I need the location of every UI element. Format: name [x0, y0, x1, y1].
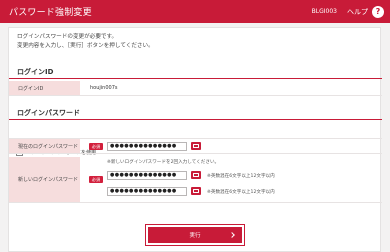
intro-text: ログインパスワードの変更が必要です。 変更内容を入力し、［実行］ボタンを押してく…: [17, 33, 154, 51]
help-link[interactable]: ヘルプ: [347, 7, 368, 17]
new-password-rule: ※英数混在6文字以上12文字以内: [207, 174, 275, 179]
execute-button[interactable]: 実行: [148, 227, 242, 243]
confirm-password-rule: ※英数混在6文字以上12文字以内: [207, 190, 275, 195]
new-password-instruction: ※新しいログインパスワードを2回入力してください。: [107, 160, 220, 165]
login-id-label: ログインID: [9, 81, 80, 95]
login-id-row: ログインID houjin007s: [9, 81, 382, 96]
header-bar: パスワード強制変更 BLGI003 ヘルプ ?: [0, 0, 390, 23]
intro-line-2: 変更内容を入力し、［実行］ボタンを押してください。: [17, 43, 154, 49]
confirm-password-input[interactable]: ●●●●●●●●●●●●●●: [107, 187, 187, 196]
intro-line-1: ログインパスワードの変更が必要です。: [17, 34, 118, 40]
screen-id: BLGI003: [311, 8, 337, 15]
current-password-input[interactable]: ●●●●●●●●●●●●●●: [107, 142, 187, 151]
new-password-label: 新しいログインパスワード: [9, 157, 80, 202]
page-title: パスワード強制変更: [9, 8, 92, 18]
new-password-row: 新しいログインパスワード 必須 ※新しいログインパスワードを2回入力してください…: [9, 157, 382, 203]
help-icon[interactable]: ?: [372, 5, 384, 18]
new-password-input[interactable]: ●●●●●●●●●●●●●●: [107, 171, 187, 180]
keyboard-icon[interactable]: [191, 142, 201, 150]
required-badge: 必須: [89, 176, 103, 183]
execute-button-frame[interactable]: 実行: [145, 224, 245, 246]
login-id-section-title: ログインID: [9, 65, 382, 79]
required-badge: 必須: [89, 143, 103, 150]
current-password-row: 現在のログインパスワード 必須 ●●●●●●●●●●●●●●: [9, 138, 382, 154]
login-id-value: houjin007s: [90, 85, 118, 91]
main-card: ログインパスワードの変更が必要です。 変更内容を入力し、［実行］ボタンを押してく…: [8, 27, 382, 252]
password-section-title: ログインパスワード: [9, 106, 382, 120]
keyboard-icon[interactable]: [191, 187, 201, 195]
keyboard-icon[interactable]: [191, 171, 201, 179]
execute-button-label: 実行: [189, 233, 201, 239]
chevron-right-icon: [229, 232, 235, 238]
current-password-label: 現在のログインパスワード: [9, 139, 80, 153]
